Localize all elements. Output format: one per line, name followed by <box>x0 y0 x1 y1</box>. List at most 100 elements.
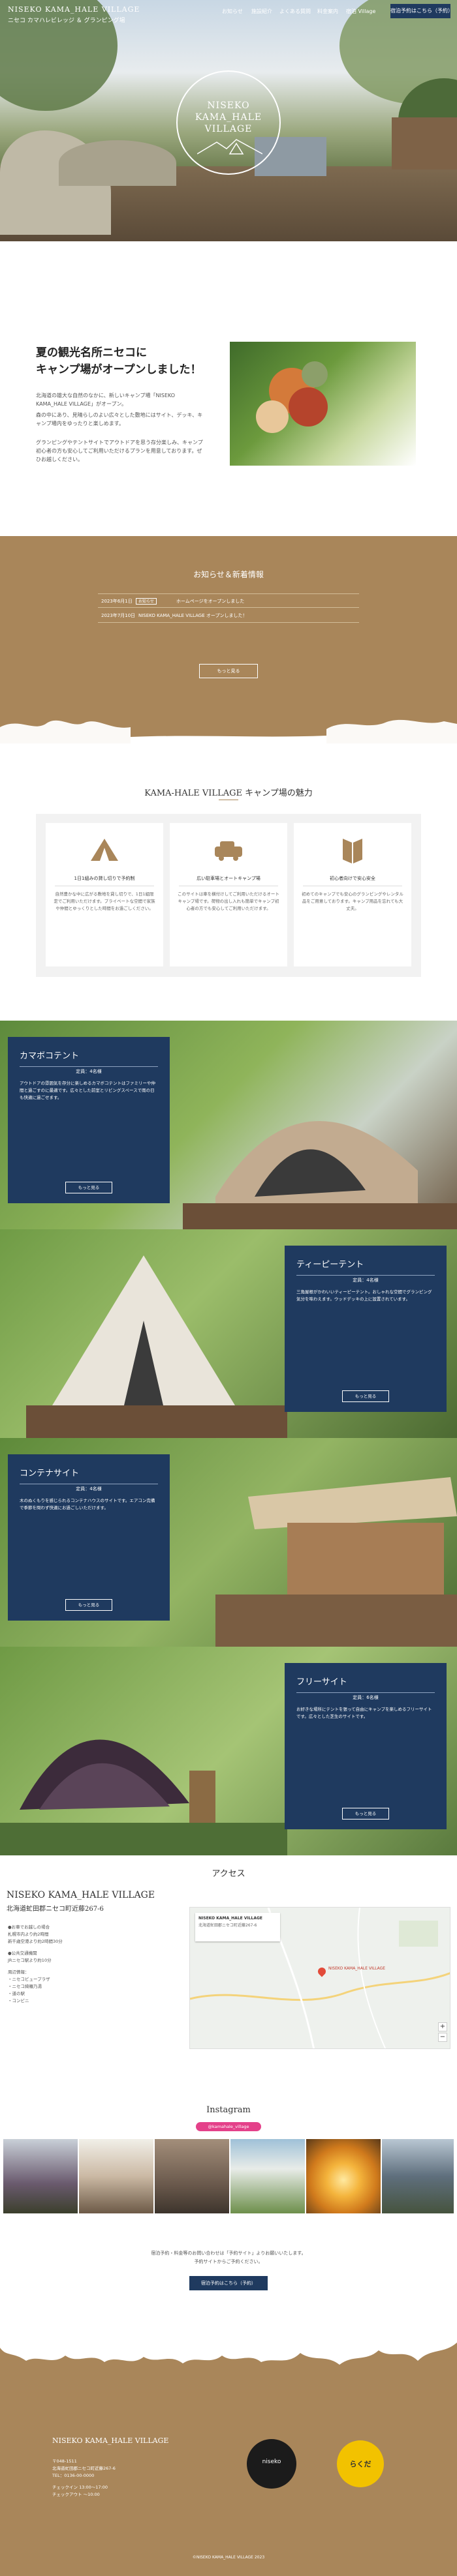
zoom-in-button[interactable]: + <box>438 2022 447 2031</box>
footer-line: チェックイン 13:00〜17:00 <box>52 2485 108 2490</box>
news-item[interactable]: 2023年7月10日 NISEKO KAMA_HALE VILLAGE オープン… <box>98 608 359 623</box>
access-line: ●お車でお越しの場合 <box>8 1925 50 1930</box>
forest-silhouette <box>0 719 457 745</box>
news-tag-text: NISEKO KAMA_HALE VILLAGE <box>138 613 205 618</box>
access-line: 周辺情報： <box>8 1969 29 1975</box>
site-more-button[interactable]: もっと見る <box>342 1808 389 1820</box>
zoom-out-button[interactable]: − <box>438 2033 447 2042</box>
site-title: フリーサイト <box>296 1675 435 1693</box>
tent-shape <box>59 140 176 186</box>
hero-logo-line: KAMA_HALE <box>195 112 262 123</box>
brand-name[interactable]: NISEKO KAMA_HALE VILLAGE <box>8 5 140 14</box>
site-section: カマボコテント 定員：4名様 アウトドアの雰囲気を存分に楽しめるカマボコテントは… <box>0 1021 457 1229</box>
features-title: KAMA-HALE VILLAGE キャンプ場の魅力 <box>144 788 313 798</box>
instagram-photo[interactable] <box>382 2139 454 2213</box>
site-description: お好きな場所にテントを張って自由にキャンプを楽しめるフリーサイトです。広々とした… <box>296 1707 432 1719</box>
instagram-title: Instagram <box>206 2105 251 2115</box>
reserve-button[interactable]: 宿泊予約はこちら（予約） <box>390 4 453 18</box>
access-title: アクセス <box>212 1869 245 1879</box>
news-tag: お知らせ <box>136 598 157 605</box>
feature-description: このサイトは車を横付けしてご利用いただけるオートキャンプ場です。荷物の出し入れも… <box>178 891 279 911</box>
footer-name: NISEKO KAMA_HALE VILLAGE <box>52 2436 169 2445</box>
news-more-button[interactable]: もっと見る <box>199 664 258 678</box>
partner-logo-text: niseko <box>262 2459 281 2465</box>
map-pin-label: NISEKO KAMA_HALE VILLAGE <box>328 1966 386 1971</box>
reserve-button[interactable]: 宿泊予約はこちら（予約） <box>189 2276 268 2290</box>
access-name: NISEKO KAMA_HALE VILLAGE <box>7 1890 155 1900</box>
hero-logo-line: NISEKO <box>207 100 250 111</box>
cta-text: 予約サイトからご予約ください。 <box>194 2259 263 2264</box>
site-card: カマボコテント 定員：4名様 アウトドアの雰囲気を存分に楽しめるカマボコテントは… <box>8 1037 170 1203</box>
nav-item-village[interactable]: 宿泊 Village <box>346 8 375 15</box>
partner-logo-text: らくだ <box>349 2460 371 2468</box>
footer-line: 北海道虻田郡ニセコ町近藤267-6 <box>52 2466 116 2471</box>
instagram-photo[interactable] <box>3 2139 78 2213</box>
access-line: ・ニセコビュープラザ <box>8 1977 50 1982</box>
site-description: 三角屋根がかわいいティーピーテント。おしゃれな空間でグランピング気分を味わえます… <box>296 1289 432 1302</box>
map-card-address: 北海道虻田郡ニセコ町近藤267-6 <box>198 1923 257 1928</box>
forest-silhouette <box>0 2328 457 2365</box>
instagram-photo[interactable] <box>306 2139 381 2213</box>
nav-item-faq[interactable]: よくある質問 <box>279 8 311 15</box>
site-capacity: 定員：4名様 <box>76 1069 102 1074</box>
nav-item-price[interactable]: 料金案内 <box>317 8 338 15</box>
flower-shape <box>256 400 289 433</box>
flower-shape <box>302 361 328 387</box>
instagram-photo[interactable] <box>155 2139 229 2213</box>
site-more-button[interactable]: もっと見る <box>65 1182 112 1193</box>
tent-icon <box>88 833 121 866</box>
hero-section: NISEKO KAMA_HALE VILLAGE ニセコ カマハレビレッジ ＆ … <box>0 0 457 241</box>
partner-logo[interactable]: らくだ <box>337 2440 384 2487</box>
news-title-text: ホームページをオープンしました <box>176 599 245 604</box>
site-capacity: 定員：4名様 <box>353 1278 379 1283</box>
google-map[interactable]: NISEKO KAMA_HALE VILLAGE 北海道虻田郡ニセコ町近藤267… <box>189 1907 450 2049</box>
hero-logo: NISEKO KAMA_HALE VILLAGE <box>176 70 281 175</box>
site-title: ティーピーテント <box>296 1257 435 1276</box>
intro-paragraph: 北海道の雄大な自然のなかに、新しいキャンプ場「NISEKO KAMA_HALE … <box>36 393 176 407</box>
intro-title: 夏の観光名所ニセコに キャンプ場がオープンしました！ <box>36 344 206 378</box>
instagram-handle[interactable]: @kamahale_village <box>196 2122 261 2131</box>
intro-photo <box>230 342 416 466</box>
feature-card: 1日1組みの貸し切りで予約制 自然豊かな中に広がる敷地を貸し切りで、1日1組限定… <box>46 823 163 966</box>
feature-card: 広い駐車場とオートキャンプ場 このサイトは車を横付けしてご利用いただけるオートキ… <box>170 823 287 966</box>
news-item[interactable]: 2023年6月1日 お知らせ ホームページをオープンしました <box>98 593 359 608</box>
access-line: ・道の駅 <box>8 1991 25 1996</box>
access-line: ・コンビニ <box>8 1998 29 2003</box>
footer-line: TEL：0136-00-0000 <box>52 2473 95 2478</box>
site-more-button[interactable]: もっと見る <box>342 1390 389 1402</box>
intro-title-line: 夏の観光名所ニセコに <box>36 346 147 359</box>
site-section: フリーサイト 定員：6名様 お好きな場所にテントを張って自由にキャンプを楽しめる… <box>0 1647 457 1855</box>
nav-item-facilities[interactable]: 施設紹介 <box>251 8 272 15</box>
site-capacity: 定員：4名様 <box>76 1486 102 1491</box>
intro-title-line: キャンプ場がオープンしました！ <box>36 363 202 376</box>
news-date: 2023年7月10日 <box>101 613 136 618</box>
site-title: カマボコテント <box>20 1049 158 1067</box>
site-card: ティーピーテント 定員：4名様 三角屋根がかわいいティーピーテント。おしゃれな空… <box>285 1246 447 1412</box>
access-line: 札幌市内より約2時間 <box>8 1932 49 1937</box>
site-title: コンテナサイト <box>20 1466 158 1484</box>
partner-logo[interactable]: niseko <box>247 2439 296 2489</box>
feature-caption: 1日1組みの貸し切りで予約制 <box>55 875 154 886</box>
feature-card: 初心者向けで安心安全 初めてのキャンプでも安心のグランピングやレンタル品をご用意… <box>294 823 411 966</box>
cta-text: 宿泊予約・料金等のお問い合わせは「予約サイト」よりお願いいたします。 <box>151 2251 306 2256</box>
brand-subtitle: ニセコ カマハレビレッジ ＆ グランピング場 <box>8 18 125 24</box>
access-line: 新千歳空港より約2時間30分 <box>8 1939 63 1944</box>
map-info-card: NISEKO KAMA_HALE VILLAGE 北海道虻田郡ニセコ町近藤267… <box>195 1913 280 1941</box>
feature-caption: 初心者向けで安心安全 <box>303 875 402 886</box>
access-line: ・ニセコ綺羅乃湯 <box>8 1984 42 1989</box>
hero-logo-line: VILLAGE <box>204 124 253 134</box>
news-title-suffix: オープンしました！ <box>206 613 247 618</box>
feature-description: 自然豊かな中に広がる敷地を貸し切りで、1日1組限定でご利用いただけます。プライベ… <box>54 891 155 911</box>
site-capacity: 定員：6名様 <box>353 1695 379 1700</box>
nav-item-news[interactable]: お知らせ <box>222 8 243 15</box>
access-line: ●公共交通機関 <box>8 1951 37 1956</box>
map-card-title: NISEKO KAMA_HALE VILLAGE <box>198 1916 263 1921</box>
site-more-button[interactable]: もっと見る <box>65 1599 112 1611</box>
news-title: お知らせ＆新着情報 <box>193 570 264 579</box>
instagram-photo[interactable] <box>230 2139 305 2213</box>
news-title-text: NISEKO KAMA_HALE VILLAGE オープンしました！ <box>138 608 247 623</box>
access-line: JRニセコ駅より約10分 <box>8 1958 52 1963</box>
instagram-photo[interactable] <box>79 2139 153 2213</box>
news-date: 2023年6月1日 <box>101 599 133 604</box>
feature-description: 初めてのキャンプでも安心のグランピングやレンタル品をご用意しております。キャンプ… <box>302 891 403 911</box>
